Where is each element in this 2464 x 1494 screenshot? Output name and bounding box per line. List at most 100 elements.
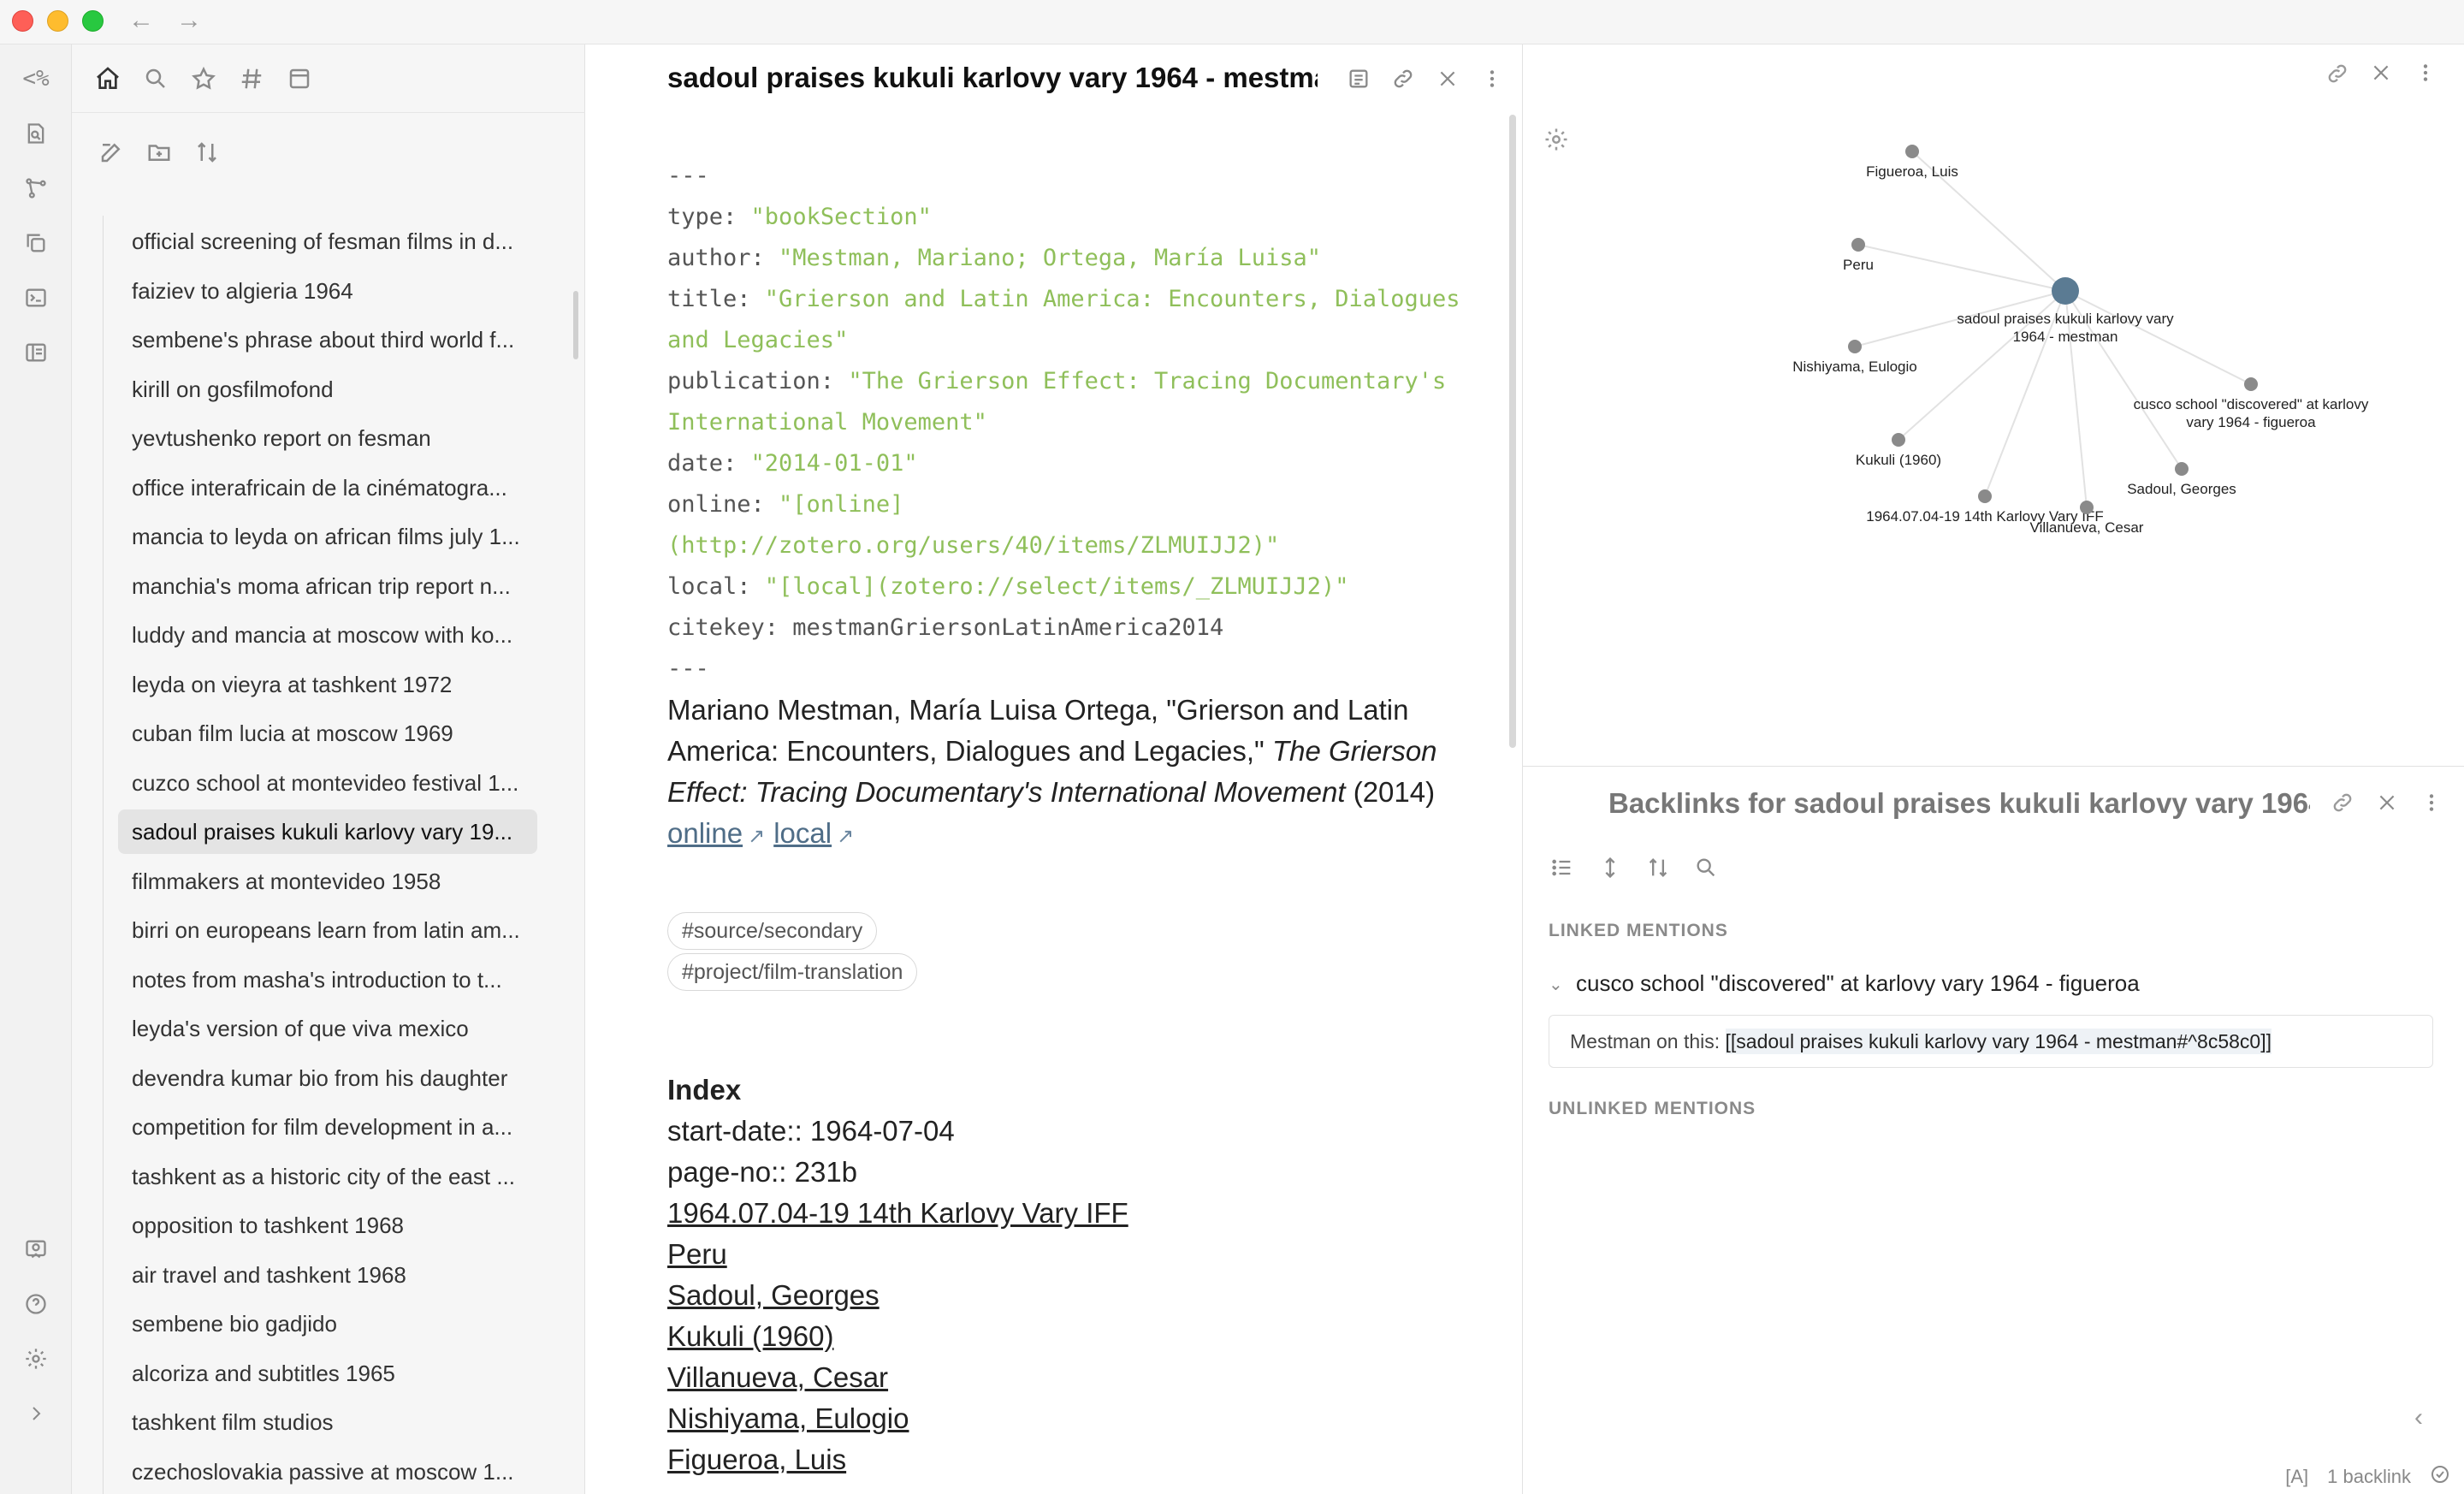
file-item[interactable]: cuban film lucia at moscow 1969 (118, 711, 537, 756)
search-file-icon[interactable] (17, 115, 55, 152)
close-window-button[interactable] (12, 10, 33, 32)
index-link[interactable]: Kukuli (1960) (667, 1316, 833, 1357)
file-item[interactable]: air travel and tashkent 1968 (118, 1253, 537, 1297)
hash-icon[interactable] (233, 60, 270, 98)
index-link[interactable]: Sadoul, Georges (667, 1275, 880, 1316)
file-item[interactable]: notes from masha's introduction to t... (118, 957, 537, 1002)
note-title[interactable]: sadoul praises kukuli karlovy vary 1964 … (667, 62, 1318, 94)
editor-scrollbar[interactable] (1509, 115, 1516, 748)
chevron-down-icon[interactable]: ⌄ (1549, 974, 1563, 995)
collapse-sidebar-icon[interactable]: ‹ (2414, 1403, 2423, 1432)
index-link[interactable]: Figueroa, Luis (667, 1439, 846, 1480)
file-item[interactable]: cuzco school at montevideo festival 1... (118, 761, 537, 805)
index-page-no: page-no:: 231b (667, 1156, 858, 1188)
graph-node[interactable] (2080, 501, 2094, 514)
file-item[interactable]: leyda's version of que viva mexico (118, 1006, 537, 1051)
expand-icon[interactable] (17, 1395, 55, 1432)
sort-icon[interactable] (1641, 851, 1675, 885)
file-item[interactable]: faiziev to algieria 1964 (118, 269, 537, 313)
tag-pill[interactable]: #project/film-translation (667, 953, 918, 991)
file-item[interactable]: luddy and mancia at moscow with ko... (118, 613, 537, 657)
frontmatter-delimiter-end: --- (667, 655, 709, 682)
index-link[interactable]: Villanueva, Cesar (667, 1357, 888, 1398)
forward-arrow-icon[interactable]: → (176, 7, 202, 34)
tag-pill[interactable]: #source/secondary (667, 912, 878, 950)
file-item[interactable]: sembene bio gadjido (118, 1301, 537, 1346)
file-item[interactable]: sembene's phrase about third world f... (118, 317, 537, 362)
status-mode[interactable]: [A] (2285, 1466, 2308, 1488)
explorer-scrollbar[interactable] (573, 291, 578, 359)
copy-icon[interactable] (17, 224, 55, 262)
reading-view-icon[interactable] (1342, 62, 1376, 96)
file-item[interactable]: opposition to tashkent 1968 (118, 1203, 537, 1248)
file-item[interactable]: official screening of fesman films in d.… (118, 219, 537, 264)
frontmatter-author: author: "Mestman, Mariano; Ortega, María… (667, 245, 1322, 271)
file-item[interactable]: birri on europeans learn from latin am..… (118, 908, 537, 952)
local-link[interactable]: local (773, 817, 832, 849)
frontmatter-citekey: citekey: mestmanGriersonLatinAmerica2014 (667, 614, 1224, 641)
graph-node[interactable] (2244, 377, 2258, 391)
close-icon[interactable] (2370, 786, 2404, 820)
sync-check-icon[interactable] (2430, 1464, 2450, 1490)
layout-icon[interactable] (17, 334, 55, 371)
graph-node-label: Peru (1843, 257, 1874, 273)
new-note-icon[interactable] (92, 133, 130, 171)
vault-icon[interactable] (17, 1230, 55, 1268)
backlink-count[interactable]: 1 backlink (2327, 1466, 2411, 1488)
mention-snippet[interactable]: Mestman on this: [[sadoul praises kukuli… (1549, 1015, 2433, 1068)
more-options-icon[interactable] (2414, 786, 2449, 820)
graph-node[interactable] (1851, 238, 1865, 252)
graph-current-node[interactable] (2052, 277, 2079, 305)
more-options-icon[interactable] (1475, 62, 1509, 96)
minimize-window-button[interactable] (47, 10, 68, 32)
sort-icon[interactable] (188, 133, 226, 171)
file-item[interactable]: sadoul praises kukuli karlovy vary 19... (118, 809, 537, 854)
link-icon[interactable] (1386, 62, 1420, 96)
graph-node[interactable] (2175, 462, 2189, 476)
file-item[interactable]: leyda on vieyra at tashkent 1972 (118, 662, 537, 707)
zoom-window-button[interactable] (82, 10, 104, 32)
search-icon[interactable] (137, 60, 175, 98)
file-item[interactable]: alcoriza and subtitles 1965 (118, 1351, 537, 1396)
back-arrow-icon[interactable]: ← (128, 7, 154, 34)
index-link[interactable]: Nishiyama, Eulogio (667, 1398, 909, 1439)
file-item[interactable]: devendra kumar bio from his daughter (118, 1056, 537, 1100)
terminal-icon[interactable] (17, 279, 55, 317)
file-item[interactable]: mancia to leyda on african films july 1.… (118, 514, 537, 559)
file-item[interactable]: manchia's moma african trip report n... (118, 564, 537, 608)
settings-icon[interactable] (17, 1340, 55, 1378)
graph-node[interactable] (1848, 340, 1862, 353)
home-icon[interactable] (89, 60, 127, 98)
file-item[interactable]: competition for film development in a... (118, 1105, 537, 1149)
show-context-icon[interactable] (1593, 851, 1627, 885)
unlinked-mentions-label[interactable]: UNLINKED MENTIONS (1549, 1099, 1756, 1119)
file-item[interactable]: filmmakers at montevideo 1958 (118, 859, 537, 904)
file-item[interactable]: kirill on gosfilmofond (118, 367, 537, 412)
link-icon[interactable] (2325, 786, 2360, 820)
online-link[interactable]: online (667, 817, 743, 849)
file-item[interactable]: yevtushenko report on fesman (118, 416, 537, 460)
index-link[interactable]: 1964.07.04-19 14th Karlovy Vary IFF (667, 1193, 1128, 1234)
close-icon[interactable] (1430, 62, 1465, 96)
search-icon[interactable] (1689, 851, 1723, 885)
external-link-icon: ↗ (748, 825, 766, 848)
file-item[interactable]: office interafricain de la cinématogra..… (118, 465, 537, 510)
collapse-results-icon[interactable] (1545, 851, 1579, 885)
status-bar: [A] 1 backlink (2285, 1460, 2464, 1494)
mention-file-title[interactable]: cusco school "discovered" at karlovy var… (1576, 970, 2140, 997)
star-icon[interactable] (185, 60, 222, 98)
graph-node[interactable] (1892, 433, 1905, 447)
new-folder-icon[interactable] (140, 133, 178, 171)
obsidian-logo-icon[interactable]: <% (17, 60, 55, 98)
help-icon[interactable] (17, 1285, 55, 1323)
index-link[interactable]: Peru (667, 1234, 727, 1275)
graph-node[interactable] (1905, 145, 1919, 158)
file-item[interactable]: tashkent film studios (118, 1400, 537, 1444)
file-item[interactable]: tashkent as a historic city of the east … (118, 1154, 537, 1199)
file-item[interactable]: czechoslovakia passive at moscow 1... (118, 1450, 537, 1494)
mention-wikilink[interactable]: [[sadoul praises kukuli karlovy vary 196… (1725, 1029, 2272, 1054)
graph-node[interactable] (1978, 489, 1992, 503)
layout-icon[interactable] (281, 60, 318, 98)
graph-canvas[interactable]: Figueroa, Luis Peru Nishiyama, Eulogio Kuku… (1523, 44, 2464, 767)
graph-icon[interactable] (17, 169, 55, 207)
